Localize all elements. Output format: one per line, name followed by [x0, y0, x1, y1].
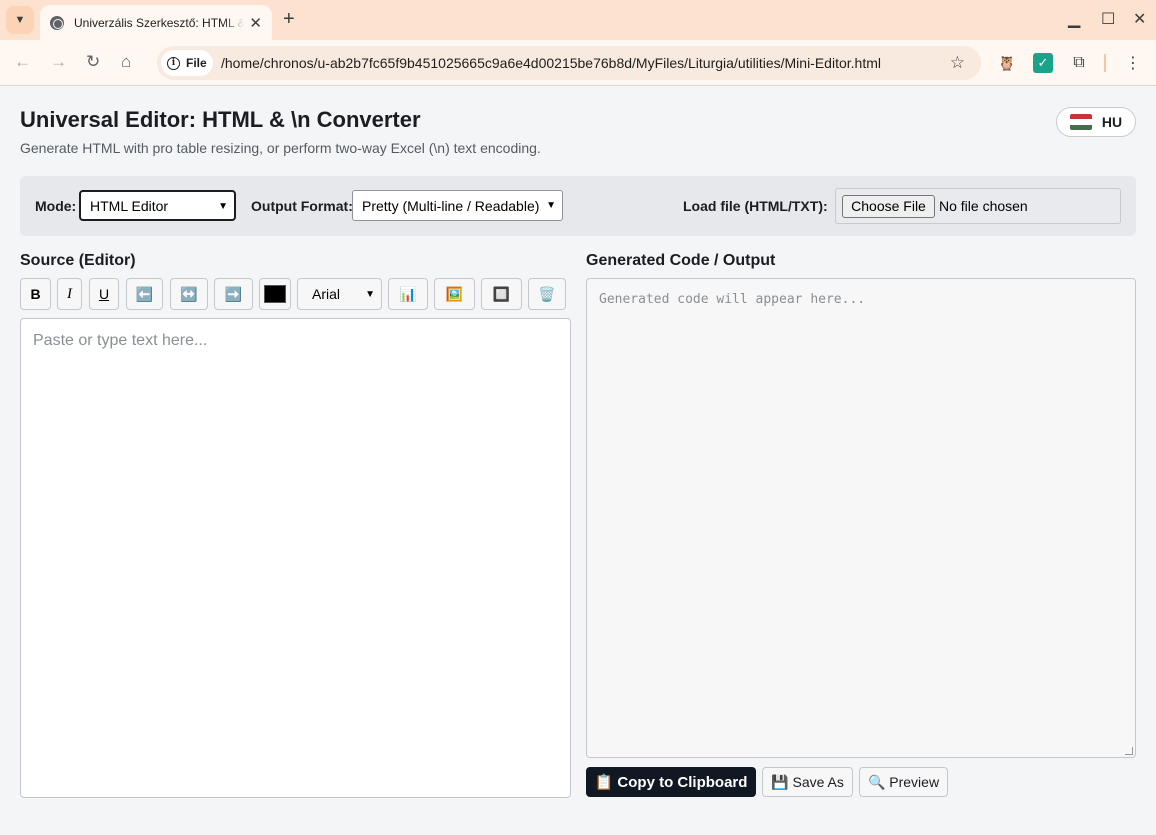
align-center-button[interactable]: ↔️ [170, 278, 208, 310]
close-window-icon[interactable]: ✕ [1133, 9, 1146, 29]
maximize-icon[interactable]: ☐ [1101, 9, 1115, 29]
italic-button[interactable]: I [57, 278, 82, 310]
chevron-down-icon: ▼ [365, 289, 375, 300]
browser-nav-bar: ← → ↻ ⌂ i File /home/chronos/u-ab2b7fc65… [0, 40, 1156, 86]
minimize-icon[interactable]: ▁ [1068, 9, 1080, 29]
mode-label: Mode: [35, 198, 77, 214]
controls-panel: Mode: HTML Editor ▼ Output Format: Prett… [20, 176, 1136, 236]
bookmark-star-icon[interactable]: ☆ [950, 53, 965, 73]
align-center-icon: ↔️ [180, 285, 198, 302]
globe-icon [50, 15, 64, 30]
clear-button[interactable]: 🗑️ [528, 278, 566, 310]
color-swatch [264, 285, 286, 303]
site-info-chip[interactable]: i File [161, 50, 213, 76]
browser-tab-bar: ▼ Univerzális Szerkesztő: HTML & \n ✕ + … [0, 0, 1156, 40]
load-file-label: Load file (HTML/TXT): [683, 198, 828, 214]
chevron-down-icon: ▼ [546, 200, 556, 211]
tab-search-button[interactable]: ▼ [6, 6, 34, 34]
save-as-button[interactable]: 💾 Save As [762, 767, 853, 797]
close-tab-icon[interactable]: ✕ [249, 14, 262, 32]
kebab-menu-icon[interactable]: ⋮ [1123, 53, 1143, 73]
check-extension-icon[interactable]: ✓ [1033, 53, 1053, 73]
output-format-value: Pretty (Multi-line / Readable) [362, 197, 540, 214]
editor-placeholder: Paste or type text here... [33, 332, 208, 349]
address-bar[interactable]: i File /home/chronos/u-ab2b7fc65f9b45102… [157, 46, 981, 80]
back-icon[interactable]: ← [14, 52, 31, 72]
align-right-icon: ➡️ [224, 285, 243, 302]
align-left-icon: ⬅️ [135, 285, 154, 302]
page-content: Universal Editor: HTML & \n Converter Ge… [0, 87, 1156, 835]
output-title: Generated Code / Output [586, 252, 776, 269]
copy-to-clipboard-button[interactable]: 📋 Copy to Clipboard [586, 767, 756, 797]
info-icon: i [167, 56, 180, 70]
output-format-select[interactable]: Pretty (Multi-line / Readable) ▼ [352, 190, 563, 221]
insert-image-button[interactable]: 🖼️ [434, 278, 475, 310]
puzzle-extensions-icon[interactable]: ⧉ [1069, 53, 1089, 73]
page-title: Universal Editor: HTML & \n Converter [20, 107, 421, 132]
underline-button[interactable]: U [89, 278, 119, 310]
preview-button[interactable]: 🔍 Preview [859, 767, 948, 797]
insert-table-button[interactable]: 📊 [388, 278, 428, 310]
reload-icon[interactable]: ↻ [86, 52, 100, 72]
align-left-button[interactable]: ⬅️ [126, 278, 163, 310]
font-select[interactable]: Arial ▼ [297, 278, 382, 310]
browser-tab[interactable]: Univerzális Szerkesztő: HTML & \n ✕ [40, 5, 272, 40]
trash-icon: 🗑️ [538, 285, 556, 302]
font-select-value: Arial [312, 286, 341, 302]
source-editor[interactable]: Paste or type text here... [20, 318, 571, 798]
chevron-down-icon: ▼ [218, 201, 228, 212]
bold-button[interactable]: B [20, 278, 51, 310]
site-chip-label: File [186, 56, 207, 70]
chevron-down-icon: ▼ [14, 14, 26, 26]
file-status-text: No file chosen [939, 198, 1028, 214]
new-tab-icon[interactable]: + [283, 8, 295, 31]
mode-select[interactable]: HTML Editor ▼ [79, 190, 236, 221]
url-text[interactable]: /home/chronos/u-ab2b7fc65f9b451025665c9a… [221, 55, 881, 71]
text-color-button[interactable] [259, 278, 291, 310]
mode-select-value: HTML Editor [90, 197, 169, 214]
choose-file-button[interactable]: Choose File [842, 195, 935, 218]
output-format-label: Output Format: [251, 198, 353, 214]
align-right-button[interactable]: ➡️ [214, 278, 253, 310]
home-icon[interactable]: ⌂ [121, 52, 131, 72]
page-subtitle: Generate HTML with pro table resizing, o… [20, 140, 541, 156]
tab-title: Univerzális Szerkesztő: HTML & \n [74, 15, 244, 30]
hungarian-flag-icon [1069, 114, 1092, 130]
output-textarea[interactable]: Generated code will appear here... [586, 278, 1136, 758]
language-toggle-button[interactable]: HU [1056, 107, 1136, 137]
language-label: HU [1101, 114, 1123, 130]
toolbar-divider [1104, 54, 1106, 72]
file-input[interactable]: Choose File No file chosen [835, 188, 1121, 224]
chart-icon: 📊 [399, 285, 417, 302]
forward-icon[interactable]: → [50, 52, 67, 72]
resize-handle-icon[interactable] [1125, 747, 1133, 755]
owl-extension-icon[interactable]: 🦉 [997, 53, 1017, 73]
image-icon: 🖼️ [445, 285, 464, 302]
frame-icon: 🔲 [492, 285, 511, 302]
source-title: Source (Editor) [20, 252, 136, 269]
insert-frame-button[interactable]: 🔲 [481, 278, 522, 310]
output-placeholder: Generated code will appear here... [599, 292, 866, 307]
